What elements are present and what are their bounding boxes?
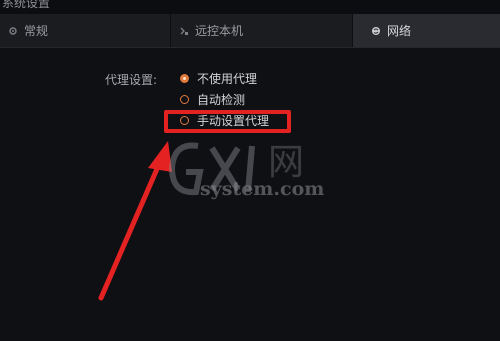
watermark-site-text: system.com <box>200 178 325 200</box>
annotation-arrow <box>98 141 172 301</box>
